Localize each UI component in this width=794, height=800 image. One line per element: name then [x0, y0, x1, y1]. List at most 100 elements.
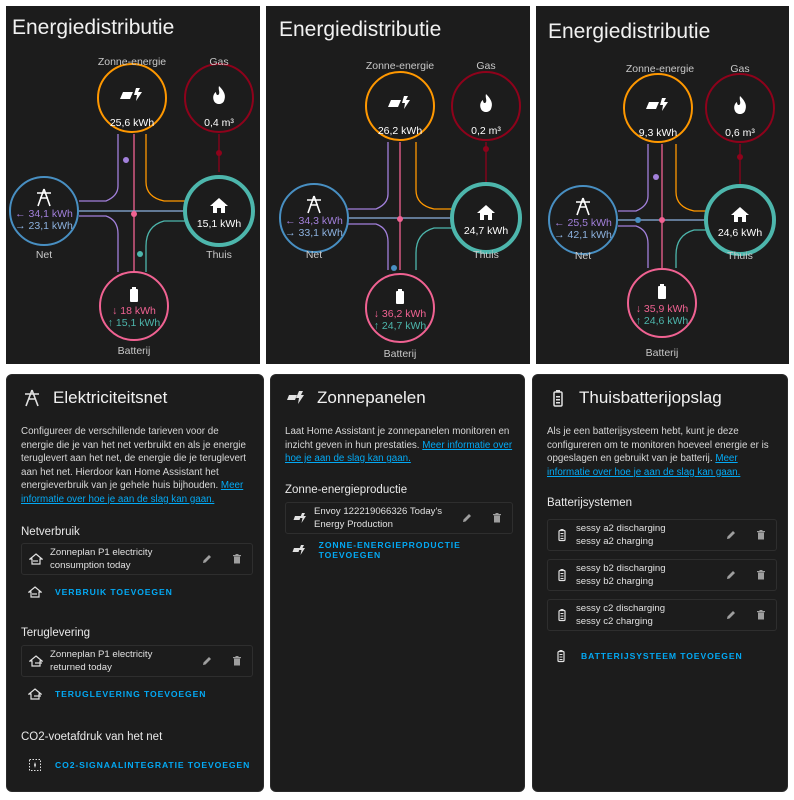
solar-to-grid-line — [618, 144, 649, 212]
entity-line-2: sessy b2 charging — [576, 576, 654, 587]
section-title-consumption: Netverbruik — [21, 526, 80, 538]
battery-to-home-line — [415, 227, 452, 270]
home-label: Thuis — [727, 250, 753, 262]
home-label: Thuis — [206, 249, 232, 261]
solar-production-row: Envoy 122219066326 Today's Energy Produc… — [285, 502, 513, 534]
flow-dot — [737, 154, 743, 160]
battery-system-row: sessy a2 discharging sessy a2 charging — [547, 519, 777, 551]
return-entity: Zonneplan P1 electricity returned today — [50, 648, 192, 674]
add-co2-label: CO2-SIGNAALINTEGRATIE TOEVOEGEN — [55, 760, 251, 770]
battery-icon — [130, 287, 138, 302]
flow-dot — [659, 217, 665, 223]
flow-dot — [483, 146, 489, 152]
entity-line-2: sessy c2 charging — [576, 616, 653, 627]
trash-icon[interactable] — [482, 512, 512, 524]
battery-out-value: ↑ 24,6 kWh — [636, 315, 689, 327]
battery-label: Batterij — [384, 348, 417, 360]
home-node — [704, 184, 776, 256]
pencil-icon[interactable] — [192, 553, 222, 565]
home-node — [183, 175, 255, 247]
home-value: 24,7 kWh — [464, 225, 509, 237]
add-solar-button[interactable]: ZONNE-ENERGIEPRODUCTIE TOEVOEGEN — [285, 537, 524, 563]
solar-config-card: Zonnepanelen Laat Home Assistant je zonn… — [270, 374, 525, 792]
trash-icon[interactable] — [222, 553, 252, 565]
battery-out-value: ↑ 24,7 kWh — [374, 320, 427, 332]
solar-power-icon — [286, 511, 314, 525]
grid-to-battery-line — [79, 215, 119, 272]
add-battery-button[interactable]: BATTERIJSYSTEEM TOEVOEGEN — [547, 643, 743, 669]
gas-label: Gas — [209, 56, 228, 68]
home-import-icon — [22, 552, 50, 566]
trash-icon[interactable] — [222, 655, 252, 667]
consumption-entity: Zonneplan P1 electricity consumption tod… — [50, 546, 192, 572]
trash-icon[interactable] — [746, 569, 776, 581]
card-description: Configureer de verschillende tarieven vo… — [21, 425, 253, 506]
flow-dot — [216, 150, 222, 156]
card-title: Zonnepanelen — [317, 388, 426, 407]
home-import-icon — [21, 585, 49, 599]
energy-distribution-card-3: Energiedistributie Zonne-energie Gas Net… — [536, 6, 789, 364]
battery-out-value: ↑ 15,1 kWh — [108, 317, 161, 329]
trash-icon[interactable] — [746, 609, 776, 621]
flow-dot — [397, 216, 403, 222]
section-title-co2: CO2-voetafdruk van het net — [21, 731, 163, 743]
battery-entity: sessy b2 discharging sessy b2 charging — [576, 562, 716, 588]
add-co2-button[interactable]: CO2-SIGNAALINTEGRATIE TOEVOEGEN — [21, 752, 250, 778]
solar-to-home-line — [675, 144, 708, 212]
pencil-icon[interactable] — [192, 655, 222, 667]
home-value: 24,6 kWh — [718, 227, 763, 239]
grid-label: Net — [36, 249, 52, 261]
entity-line-1: sessy a2 discharging — [576, 523, 666, 534]
battery-config-card: Thuisbatterijopslag Als je een batterijs… — [532, 374, 788, 792]
pencil-icon[interactable] — [716, 609, 746, 621]
grid-out-value: → 23,1 kWh — [15, 220, 73, 232]
pencil-icon[interactable] — [452, 512, 482, 524]
battery-to-home-line — [145, 220, 186, 272]
card-header: Thuisbatterijopslag — [547, 387, 722, 409]
home-node — [450, 182, 522, 254]
pencil-icon[interactable] — [716, 569, 746, 581]
pencil-icon[interactable] — [716, 529, 746, 541]
battery-label: Batterij — [646, 347, 679, 359]
battery-in-value: ↓ 18 kWh — [112, 305, 156, 317]
grid-out-value: → 42,1 kWh — [554, 229, 612, 241]
trash-icon[interactable] — [746, 529, 776, 541]
energy-flow-diagram: Zonne-energie Gas Net Thuis Batterij 25,… — [9, 56, 255, 357]
card-description: Laat Home Assistant je zonnepanelen moni… — [285, 425, 515, 466]
gas-value: 0,4 m³ — [204, 117, 234, 129]
co2-icon — [21, 758, 49, 772]
entity-line-1: Zonneplan P1 electricity — [50, 649, 153, 660]
solar-label: Zonne-energie — [626, 63, 694, 75]
energy-distribution-card-2: Energiedistributie Zonne-energie Gas Net… — [266, 6, 530, 364]
solar-to-home-line — [415, 142, 452, 210]
grid-out-value: → 33,1 kWh — [285, 227, 343, 239]
solar-value: 26,2 kWh — [378, 125, 423, 137]
flow-dot — [123, 157, 129, 163]
battery-to-home-line — [675, 229, 708, 268]
energy-flow-diagram: Zonne-energie Gas Net Thuis Batterij 26,… — [279, 60, 522, 360]
return-row: Zonneplan P1 electricity returned today — [21, 645, 253, 677]
solar-to-grid-line — [79, 134, 119, 202]
solar-value: 9,3 kWh — [639, 127, 678, 139]
flow-dot — [137, 251, 143, 257]
add-consumption-button[interactable]: VERBRUIK TOEVOEGEN — [21, 579, 173, 605]
card-description: Als je een batterijsysteem hebt, kunt je… — [547, 425, 777, 479]
battery-icon — [548, 568, 576, 582]
section-title-return: Teruglevering — [21, 627, 91, 639]
entity-line-2: returned today — [50, 662, 112, 673]
energy-flow-diagram: Zonne-energie Gas Net Thuis Batterij 9,3… — [548, 63, 776, 359]
battery-icon — [548, 608, 576, 622]
gas-label: Gas — [476, 60, 495, 72]
battery-entity: sessy c2 discharging sessy c2 charging — [576, 602, 716, 628]
add-battery-label: BATTERIJSYSTEEM TOEVOEGEN — [581, 651, 743, 661]
card-header: Elektriciteitsnet — [21, 387, 167, 409]
grid-to-battery-line — [618, 225, 649, 268]
add-return-button[interactable]: TERUGLEVERING TOEVOEGEN — [21, 681, 206, 707]
home-value: 15,1 kWh — [197, 218, 242, 230]
battery-icon — [548, 528, 576, 542]
card-header: Zonnepanelen — [285, 387, 426, 409]
entity-line-2: sessy a2 charging — [576, 536, 654, 547]
solar-to-grid-line — [348, 142, 389, 210]
grid-label: Net — [306, 249, 322, 261]
section-title-solar: Zonne-energieproductie — [285, 484, 408, 496]
